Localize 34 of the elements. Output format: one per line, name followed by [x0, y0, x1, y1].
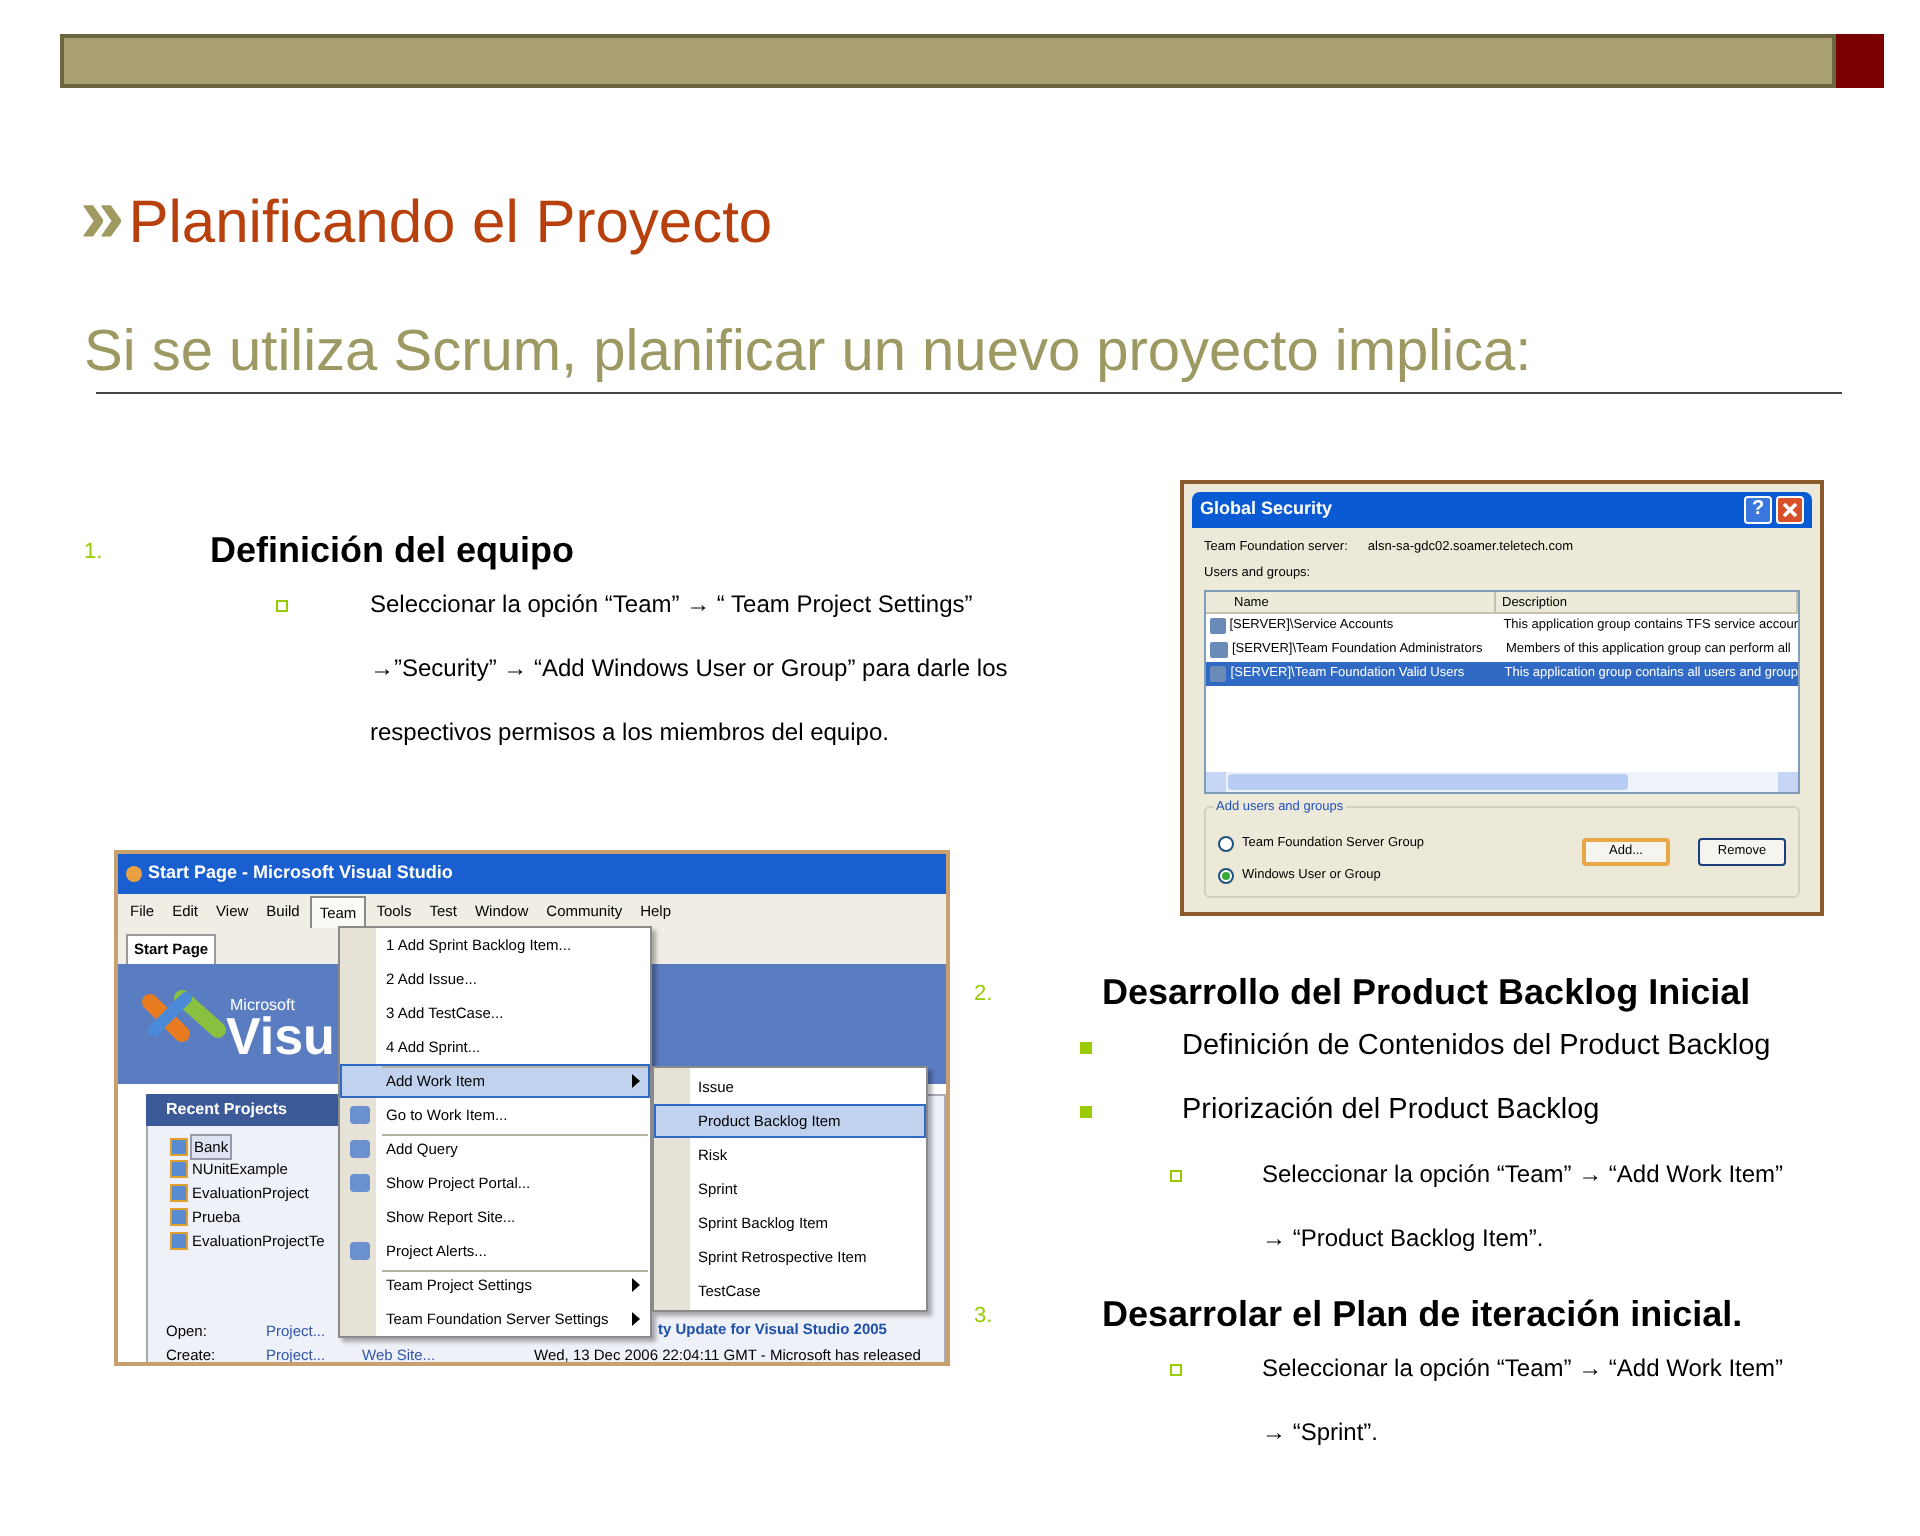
slide-subtitle: Si se utiliza Scrum, planificar un nuevo proyecto implica: [84, 318, 1532, 388]
slide-title: Planificando el Proyecto [128, 194, 773, 254]
list-number: 1. [84, 538, 103, 568]
filled-bullet-icon [1080, 1106, 1092, 1118]
dialog-title: Global Security [1200, 496, 1335, 523]
app-icon [126, 866, 142, 882]
logo-icon [142, 990, 226, 1042]
section-heading: Desarrolar el Plan de iteración inicial. [1102, 1292, 1743, 1338]
header-block [1836, 34, 1884, 88]
help-button[interactable]: ? [1744, 496, 1772, 524]
hollow-bullet-icon [1170, 1170, 1182, 1182]
radio-button[interactable] [1218, 835, 1234, 852]
section-heading: Definición del equipo [210, 528, 575, 574]
submenu-arrow-icon [632, 1074, 640, 1088]
list-number: 2. [974, 980, 993, 1010]
submenu-arrow-icon [632, 1312, 640, 1326]
logo-text: Visu [226, 1010, 335, 1062]
bullet-text: Priorización del Product Backlog [1182, 1092, 1600, 1130]
logo-text: Microsoft [230, 994, 295, 1016]
title-chevron: » [80, 176, 125, 256]
menu-entry-icon [350, 1242, 370, 1260]
section-heading: Desarrollo del Product Backlog Inicial [1102, 970, 1751, 1016]
filled-bullet-icon [1080, 1042, 1092, 1054]
bullet-text: Seleccionar la opción “Team” → “Add Work Item” → “Product Backlog Item”. [1262, 1158, 1784, 1256]
hollow-bullet-icon [1170, 1364, 1182, 1376]
hollow-bullet-icon [276, 600, 288, 612]
close-button[interactable] [1776, 496, 1804, 524]
radio-button[interactable] [1218, 867, 1234, 884]
bullet-text: Definición de Contenidos del Product Backlog [1182, 1028, 1771, 1066]
submenu-arrow-icon [632, 1278, 640, 1292]
bullet-text: Seleccionar la opción “Team” → “ Team Project Settings” →”Security” → “Add Windows User or Group” para darle los respectivos permisos a los miembros del equipo. [370, 588, 1008, 750]
bullet-text: Seleccionar la opción “Team” → “Add Work Item” → “Sprint”. [1262, 1352, 1784, 1450]
window-title: Start Page - Microsoft Visual Studio [148, 860, 453, 887]
list-number: 3. [974, 1302, 993, 1332]
